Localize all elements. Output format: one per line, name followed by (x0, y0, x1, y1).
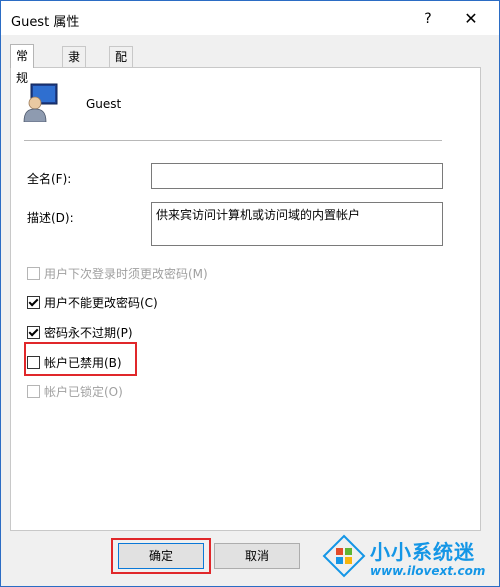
watermark: 小小系统迷 www.ilovext.com (320, 528, 500, 587)
description-field[interactable]: 供来宾访问计算机或访问域的内置帐户 (151, 202, 443, 246)
full-name-label: 全名(F): (27, 172, 72, 186)
checkbox-cannot-change-password[interactable]: 用户不能更改密码(C) (27, 293, 158, 311)
checkbox-box (27, 384, 40, 398)
tab-general[interactable]: 常规 (10, 44, 35, 85)
checkbox-account-locked: 帐户已锁定(O) (27, 382, 123, 400)
highlight-box-account-disabled (24, 342, 137, 376)
user-name: Guest (86, 97, 122, 111)
checkbox-password-never-expires[interactable]: 密码永不过期(P) (27, 323, 133, 341)
checkbox-label: 密码永不过期(P) (44, 325, 133, 340)
checkbox-label: 用户不能更改密码(C) (44, 295, 158, 310)
tab-panel-general: Guest 全名(F): 描述(D): 供来宾访问计算机或访问域的内置帐户 用户… (10, 67, 481, 531)
close-icon[interactable]: ✕ (460, 8, 482, 30)
title-bar: Guest 属性 ? ✕ (1, 1, 499, 35)
watermark-url: www.ilovext.com (370, 564, 486, 578)
tab-profile[interactable]: 配置文件 (109, 46, 134, 124)
tab-member-of[interactable]: 隶属于 (62, 46, 87, 104)
description-label: 描述(D): (27, 211, 74, 225)
checkbox-label: 用户下次登录时须更改密码(M) (44, 266, 208, 281)
cancel-button[interactable]: 取消 (214, 543, 300, 569)
separator (24, 140, 442, 141)
full-name-field[interactable] (151, 163, 443, 189)
user-account-icon (23, 83, 58, 122)
checkbox-must-change-password: 用户下次登录时须更改密码(M) (27, 264, 208, 282)
highlight-box-ok-button (111, 538, 211, 574)
windows-logo-icon (322, 534, 366, 578)
checkbox-box[interactable] (27, 325, 40, 339)
window-title: Guest 属性 (11, 15, 80, 30)
checkbox-box (27, 266, 40, 280)
checkbox-box[interactable] (27, 295, 40, 309)
help-icon[interactable]: ? (417, 8, 439, 30)
watermark-title: 小小系统迷 (370, 540, 475, 564)
checkbox-label: 帐户已锁定(O) (44, 384, 123, 399)
